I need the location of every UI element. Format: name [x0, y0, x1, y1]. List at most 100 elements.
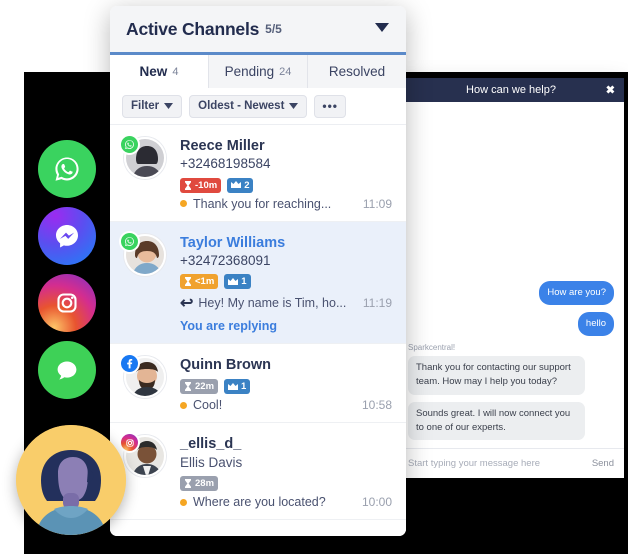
sla-text: 28m [195, 478, 215, 490]
message-time: 10:58 [361, 398, 392, 413]
sms-icon[interactable] [38, 341, 96, 399]
message-time: 11:09 [362, 196, 392, 211]
avatar-wrapper [119, 432, 168, 509]
tab-pending-label: Pending [224, 64, 275, 79]
sort-dropdown[interactable]: Oldest - Newest [189, 94, 308, 118]
tab-new-count: 4 [172, 65, 179, 78]
crown-icon [228, 277, 239, 285]
sla-text: -10m [195, 179, 218, 191]
unread-dot-icon [180, 401, 187, 409]
hourglass-icon [185, 180, 191, 190]
chat-message-outgoing: hello [577, 311, 614, 336]
active-channels-count: 5/5 [265, 22, 282, 36]
priority-text: 2 [244, 179, 250, 191]
contact-phone: +32468198584 [180, 156, 271, 172]
status-badge: 28m [180, 476, 219, 492]
message-snippet: Hey! My name is Tim, ho... [198, 296, 347, 311]
contact-name: Taylor Williams [180, 234, 286, 251]
status-tabs: New 4 Pending 24 Resolved [110, 55, 406, 88]
priority-text: 1 [241, 381, 247, 393]
priority-badge: 2 [227, 177, 254, 193]
tab-pending-count: 24 [279, 65, 292, 78]
avatar-wrapper [119, 134, 168, 211]
priority-badge: 1 [224, 379, 251, 395]
tab-resolved-label: Resolved [328, 64, 386, 79]
sort-label: Oldest - Newest [198, 100, 285, 112]
status-badge: <1m [180, 274, 219, 290]
chevron-down-icon[interactable] [374, 20, 390, 38]
avatar-wrapper [119, 230, 168, 334]
conversation-body: Quinn Brown 22m 1 Cool! 10:58 [180, 356, 392, 412]
conversation-footer: Cool! 10:58 [180, 398, 392, 412]
list-item[interactable]: Reece Miller +32468198584 -10m 2 Thank y… [110, 125, 406, 222]
status-badge: -10m [180, 177, 222, 193]
message-time: 10:00 [361, 495, 392, 510]
send-button[interactable]: Send [592, 458, 614, 469]
message-snippet: Cool! [193, 398, 223, 413]
avatar-wrapper [119, 353, 168, 412]
message-snippet: Thank you for reaching... [193, 196, 332, 211]
sla-text: 22m [195, 381, 215, 393]
list-item[interactable]: Taylor Williams +32472368091 <1m 1 ↩ Hey… [110, 221, 406, 345]
badge-group: -10m 2 [180, 177, 392, 193]
unread-dot-icon [180, 200, 187, 208]
conversation-body: _ellis_d_ Ellis Davis 28m Where are you … [180, 435, 392, 509]
active-channels-panel: Active Channels 5/5 New 4 Pending 24 Res… [110, 6, 406, 536]
conversation-list: Reece Miller +32468198584 -10m 2 Thank y… [110, 125, 406, 536]
hourglass-icon [185, 479, 191, 489]
instagram-icon[interactable] [38, 274, 96, 332]
screenshot-root: How can we help? ✖ How are you? hello Sp… [0, 0, 628, 554]
message-snippet: Where are you located? [193, 495, 326, 510]
close-icon[interactable]: ✖ [606, 84, 615, 97]
sla-text: <1m [195, 276, 215, 288]
chat-agent-name: Sparkcentral! [408, 343, 456, 352]
filter-toolbar: Filter Oldest - Newest ••• [110, 88, 406, 125]
more-options-button[interactable]: ••• [314, 94, 347, 118]
tab-new-label: New [139, 64, 168, 79]
chat-message-incoming: Thank you for contacting our support tea… [408, 356, 586, 395]
tab-resolved[interactable]: Resolved [308, 55, 406, 88]
chat-widget: How can we help? ✖ How are you? hello Sp… [398, 78, 624, 478]
hourglass-icon [185, 382, 191, 392]
tab-pending[interactable]: Pending 24 [209, 55, 308, 88]
conversation-footer: Thank you for reaching... 11:09 [180, 197, 392, 211]
whatsapp-icon[interactable] [38, 140, 96, 198]
chat-header-title: How can we help? [466, 84, 556, 96]
chat-message-input[interactable]: Start typing your message here [408, 458, 592, 469]
list-item[interactable]: _ellis_d_ Ellis Davis 28m Where are you … [110, 423, 406, 521]
priority-badge: 1 [224, 274, 251, 290]
priority-text: 1 [241, 276, 247, 288]
whatsapp-icon [119, 230, 140, 252]
badge-group: <1m 1 [180, 274, 392, 290]
panel-header: Active Channels 5/5 [110, 6, 406, 55]
messenger-icon[interactable] [38, 207, 96, 265]
filter-dropdown[interactable]: Filter [122, 94, 183, 118]
list-item[interactable]: Quinn Brown 22m 1 Cool! 10:58 [110, 344, 406, 424]
status-badge: 22m [180, 379, 219, 395]
conversation-body: Reece Miller +32468198584 -10m 2 Thank y… [180, 137, 392, 211]
chat-message-outgoing: How are you? [539, 280, 614, 305]
badge-group: 22m 1 [180, 379, 392, 395]
whatsapp-icon [119, 134, 140, 155]
chat-spacer [408, 110, 614, 274]
conversation-footer: ↩ Hey! My name is Tim, ho... 11:19 [180, 293, 392, 313]
channel-icon-rail [38, 140, 100, 408]
chevron-down-icon [289, 103, 299, 109]
replying-status: You are replying [180, 319, 278, 334]
crown-icon [228, 382, 239, 390]
conversation-footer: Where are you located? 10:00 [180, 495, 392, 509]
chat-message-incoming: Sounds great. I will now connect you to … [408, 401, 586, 440]
filter-label: Filter [131, 100, 160, 112]
unread-dot-icon [180, 498, 187, 506]
badge-group: 28m [180, 476, 392, 492]
contact-phone: +32472368091 [180, 252, 271, 268]
chat-widget-header: How can we help? ✖ [398, 78, 624, 102]
chat-input-row[interactable]: Start typing your message here Send [398, 448, 624, 478]
chevron-down-icon [164, 103, 174, 109]
crown-icon [231, 181, 242, 189]
contact-handle: _ellis_d_ [180, 436, 242, 453]
reply-arrow-icon: ↩ [180, 295, 194, 313]
tab-new[interactable]: New 4 [110, 55, 209, 88]
contact-name: Ellis Davis [180, 454, 243, 470]
hourglass-icon [185, 277, 191, 287]
